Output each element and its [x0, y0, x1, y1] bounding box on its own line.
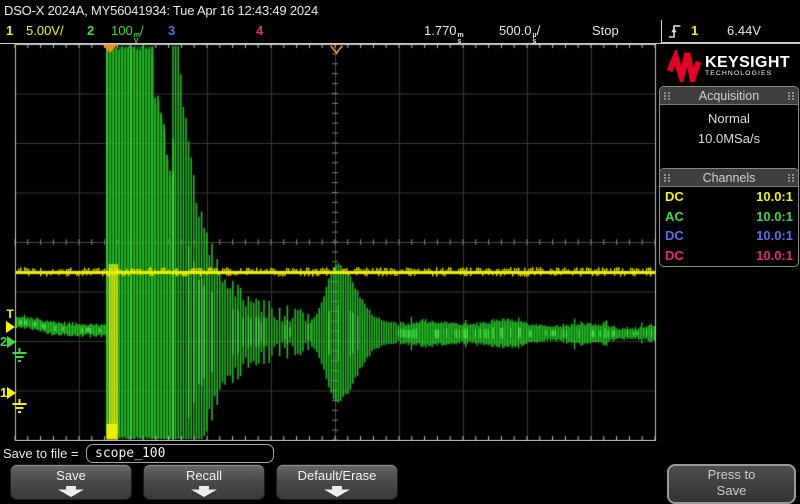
- device-title: DSO-X 2024A, MY56041934: Tue Apr 16 12:4…: [4, 3, 318, 18]
- channel-row-4[interactable]: DC 10.0:1: [660, 246, 798, 266]
- trigger-source: 1: [691, 23, 698, 38]
- trigger-time-icon: [103, 45, 117, 53]
- channels-panel-header[interactable]: Channels: [660, 169, 798, 187]
- acquisition-panel-header[interactable]: Acquisition: [660, 87, 798, 105]
- grip-dots-icon: [787, 173, 795, 183]
- trigger-level-label: T: [6, 309, 13, 320]
- channel-row-1[interactable]: DC 10.0:1: [660, 187, 798, 207]
- ch2-marker-label: 2: [0, 336, 7, 348]
- channels-title: Channels: [703, 171, 756, 185]
- softkey-save-label: Save: [11, 468, 131, 483]
- ch1-coupling: DC: [665, 187, 684, 207]
- timebase-suffix: /: [537, 23, 541, 38]
- grip-dots-icon: [663, 91, 671, 101]
- ch2-marker-arrow-icon: [7, 336, 16, 348]
- ch2-scale-suffix: /: [140, 23, 144, 38]
- softkey-default-erase[interactable]: Default/Erase: [276, 464, 398, 500]
- press-to-save-button[interactable]: Press to Save: [667, 464, 796, 504]
- filename-input[interactable]: [86, 444, 274, 463]
- ch1-ground-icon: [11, 399, 28, 416]
- ch3-number[interactable]: 3: [168, 23, 175, 38]
- trigger-level-marker[interactable]: T: [2, 309, 18, 333]
- keysight-logo: KEYSIGHT TECHNOLOGIES: [657, 45, 800, 87]
- ch4-probe-ratio: 10.0:1: [756, 246, 793, 266]
- delay-reference-marker[interactable]: [330, 45, 343, 54]
- delay-reference-icon: [330, 45, 343, 54]
- ch4-coupling: DC: [665, 246, 684, 266]
- softkey-save[interactable]: Save: [10, 464, 132, 500]
- channel-row-3[interactable]: DC 10.0:1: [660, 226, 798, 246]
- trigger-level: 6.44V: [727, 23, 761, 38]
- press-to-save-line1: Press to: [669, 467, 794, 483]
- keysight-spark-icon: [667, 50, 701, 82]
- waveform-display: [0, 44, 657, 441]
- acquisition-title: Acquisition: [699, 89, 759, 103]
- ch3-coupling: DC: [665, 226, 684, 246]
- ch1-probe-ratio: 10.0:1: [756, 187, 793, 207]
- ch2-number[interactable]: 2: [87, 23, 94, 38]
- ch2-probe-ratio: 10.0:1: [756, 207, 793, 227]
- ch1-ground-marker[interactable]: 1: [0, 387, 16, 399]
- ch2-coupling: AC: [665, 207, 684, 227]
- trigger-edge-icon: [668, 23, 682, 40]
- brand-subtitle: TECHNOLOGIES: [705, 70, 790, 78]
- channel-row-2[interactable]: AC 10.0:1: [660, 207, 798, 227]
- sidebar: KEYSIGHT TECHNOLOGIES Acquisition Normal…: [657, 44, 800, 503]
- timebase-readout[interactable]: 500.0µs/: [499, 23, 540, 45]
- menu-down-arrow-icon: [324, 486, 350, 497]
- menu-down-arrow-icon: [58, 486, 84, 497]
- ch1-number[interactable]: 1: [6, 23, 13, 38]
- ch2-ground-marker[interactable]: 2: [0, 336, 16, 348]
- delay-readout[interactable]: 1.770ms: [424, 23, 464, 45]
- ch3-probe-ratio: 10.0:1: [756, 226, 793, 246]
- brand-name: KEYSIGHT: [705, 55, 790, 70]
- acquisition-mode: Normal: [660, 109, 798, 129]
- trigger-time-marker[interactable]: [103, 45, 117, 53]
- oscilloscope-screen: { "device": { "title": "DSO-X 2024A, MY5…: [0, 0, 800, 503]
- ch4-number[interactable]: 4: [256, 23, 263, 38]
- ch2-scale-value: 100: [111, 23, 133, 38]
- softkey-recall-label: Recall: [144, 468, 264, 483]
- timebase-value: 500.0: [499, 23, 532, 38]
- channels-panel: Channels DC 10.0:1 AC 10.0:1 DC 10.0:1 D…: [659, 168, 799, 267]
- ch2-scale[interactable]: 100mV/: [111, 23, 144, 45]
- run-state[interactable]: Stop: [592, 23, 619, 38]
- ch2-ground-icon: [11, 348, 28, 365]
- grip-dots-icon: [663, 173, 671, 183]
- ch1-scale[interactable]: 5.00V/: [26, 23, 64, 38]
- acquisition-sample-rate: 10.0MSa/s: [660, 129, 798, 149]
- status-bar: 1 5.00V/ 2 100mV/ 3 4 1.770ms 500.0µs/ S…: [0, 20, 800, 43]
- trigger-level-arrow-icon: [6, 321, 15, 333]
- delay-value: 1.770: [424, 23, 457, 38]
- grip-dots-icon: [787, 91, 795, 101]
- menu-down-arrow-icon: [191, 486, 217, 497]
- ch1-marker-arrow-icon: [7, 387, 16, 399]
- trigger-status-zone[interactable]: 1 6.44V: [661, 20, 800, 44]
- softkey-recall[interactable]: Recall: [143, 464, 265, 500]
- softkey-default-erase-label: Default/Erase: [277, 468, 397, 483]
- press-to-save-line2: Save: [669, 483, 794, 499]
- save-to-file-label: Save to file =: [3, 446, 79, 461]
- ch1-marker-label: 1: [0, 387, 7, 399]
